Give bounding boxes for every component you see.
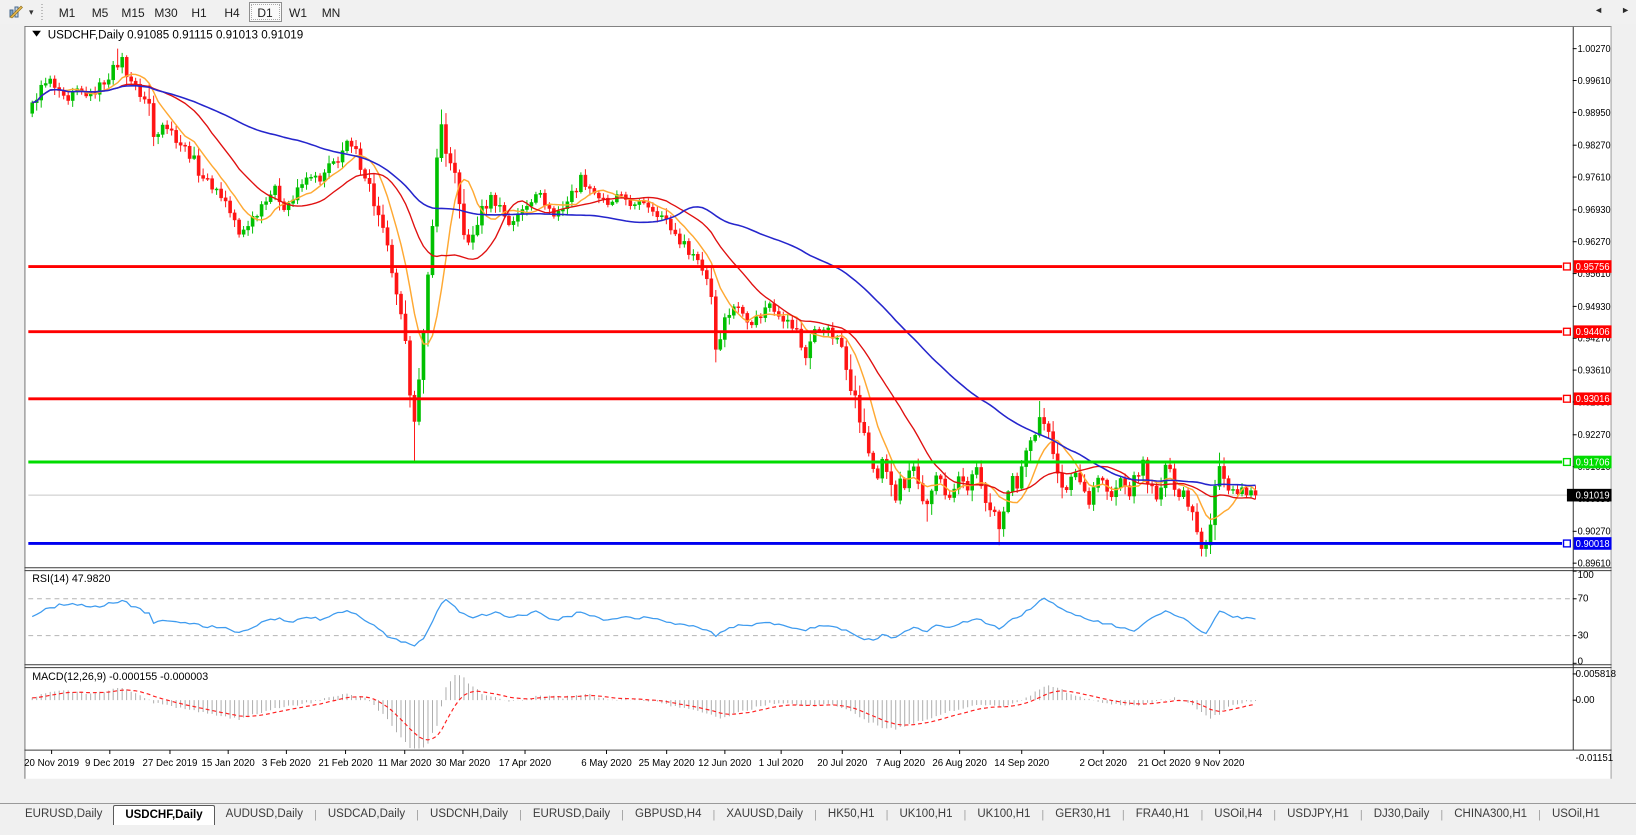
svg-text:0.92270: 0.92270 <box>1578 430 1612 441</box>
macd-label: MACD(12,26,9) -0.000155 -0.000003 <box>32 671 208 683</box>
svg-text:1 Jul 2020: 1 Jul 2020 <box>759 758 804 769</box>
svg-text:-0.01151: -0.01151 <box>1576 753 1614 764</box>
chart-tab-dj30-daily[interactable]: DJ30,Daily <box>1363 805 1441 825</box>
svg-text:70: 70 <box>1578 594 1589 605</box>
svg-text:0.90270: 0.90270 <box>1578 527 1612 538</box>
timeframe-button-mn[interactable]: MN <box>315 2 348 22</box>
mt4-terminal: ▾ M1M5M15M30H1H4D1W1MN 1.00270 0.99610 0.9… <box>0 0 1636 835</box>
timeframe-button-m15[interactable]: M15 <box>117 2 150 22</box>
svg-text:6 May 2020: 6 May 2020 <box>581 758 632 769</box>
chart-tab-usoil-h4[interactable]: USOil,H4 <box>1203 805 1273 825</box>
chart-tab-usoil-h1[interactable]: USOil,H1 <box>1541 805 1611 825</box>
chart-tab-xauusd-daily[interactable]: XAUUSD,Daily <box>715 805 814 825</box>
chart-tab-hk50-h1[interactable]: HK50,H1 <box>817 805 886 825</box>
chart-tab-gbpusd-h4[interactable]: GBPUSD,H4 <box>624 805 712 825</box>
chart-tab-eurusd-daily[interactable]: EURUSD,Daily <box>522 805 621 825</box>
toolbar-gap <box>24 24 1611 26</box>
price-chart[interactable]: 1.00270 0.99610 0.98950 0.98270 0.97610 0.969… <box>0 24 1636 803</box>
svg-text:0.93016: 0.93016 <box>1576 394 1610 405</box>
timeframe-button-m5[interactable]: M5 <box>84 2 117 22</box>
svg-text:25 May 2020: 25 May 2020 <box>639 758 696 769</box>
chart-tab-uk100-h1[interactable]: UK100,H1 <box>888 805 963 825</box>
timeframe-button-h1[interactable]: H1 <box>183 2 216 22</box>
svg-text:9 Nov 2020: 9 Nov 2020 <box>1195 758 1245 769</box>
tab-scroll-left-icon[interactable]: ◄ <box>1594 4 1603 16</box>
timeframe-button-m30[interactable]: M30 <box>150 2 183 22</box>
tab-scroll-right-icon[interactable]: ► <box>1621 4 1630 16</box>
timeframe-button-w1[interactable]: W1 <box>282 2 315 22</box>
timeframe-button-m1[interactable]: M1 <box>51 2 84 22</box>
svg-text:0.96270: 0.96270 <box>1578 237 1612 248</box>
svg-text:27 Dec 2019: 27 Dec 2019 <box>142 758 197 769</box>
chart-edit-icon[interactable] <box>3 2 29 22</box>
status-strip <box>0 826 1636 835</box>
chart-tab-eurusd-daily[interactable]: EURUSD,Daily <box>14 805 113 825</box>
svg-text:0.93610: 0.93610 <box>1578 365 1612 376</box>
svg-text:0.98950: 0.98950 <box>1578 108 1612 119</box>
toolbar-grip[interactable] <box>40 4 45 20</box>
chart-tab-ger30-h1[interactable]: GER30,H1 <box>1044 805 1122 825</box>
chart-tab-usdchf-daily[interactable]: USDCHF,Daily <box>113 805 214 825</box>
svg-text:0.90018: 0.90018 <box>1576 539 1610 550</box>
svg-text:14 Sep 2020: 14 Sep 2020 <box>994 758 1050 769</box>
tab-scroll-arrows: ◄ ► <box>1594 4 1630 16</box>
svg-text:0.94930: 0.94930 <box>1578 302 1612 313</box>
svg-text:0: 0 <box>1578 656 1584 667</box>
svg-text:30: 30 <box>1578 631 1589 642</box>
chart-tab-fra40-h1[interactable]: FRA40,H1 <box>1125 805 1201 825</box>
svg-text:0.91019: 0.91019 <box>1576 491 1610 502</box>
chart-tab-usdcnh-daily[interactable]: USDCNH,Daily <box>419 805 519 825</box>
svg-text:100: 100 <box>1578 570 1595 581</box>
timeframe-buttons: M1M5M15M30H1H4D1W1MN <box>51 0 348 24</box>
svg-text:21 Oct 2020: 21 Oct 2020 <box>1138 758 1191 769</box>
svg-text:3 Feb 2020: 3 Feb 2020 <box>262 758 312 769</box>
timeframe-button-h4[interactable]: H4 <box>216 2 249 22</box>
svg-text:11 Mar 2020: 11 Mar 2020 <box>378 758 432 769</box>
svg-text:26 Aug 2020: 26 Aug 2020 <box>932 758 987 769</box>
svg-text:0.98270: 0.98270 <box>1578 141 1612 152</box>
svg-text:0.91706: 0.91706 <box>1576 457 1610 468</box>
chart-window-bg <box>24 26 1611 779</box>
chart-tab-audusd-daily[interactable]: AUDUSD,Daily <box>215 805 314 825</box>
svg-text:0.005818: 0.005818 <box>1576 669 1616 680</box>
chart-edit-icon-glyph <box>8 4 24 20</box>
timeframe-button-d1[interactable]: D1 <box>249 2 282 22</box>
chart-tab-bar: EURUSD,DailyUSDCHF,DailyAUDUSD,Daily|USD… <box>0 803 1636 825</box>
chevron-down-icon[interactable]: ▾ <box>29 7 34 18</box>
svg-text:21 Feb 2020: 21 Feb 2020 <box>318 758 373 769</box>
chart-tab-usdcad-daily[interactable]: USDCAD,Daily <box>317 805 416 825</box>
rsi-label: RSI(14) 47.9820 <box>32 573 110 585</box>
svg-text:20 Jul 2020: 20 Jul 2020 <box>817 758 868 769</box>
svg-text:2 Oct 2020: 2 Oct 2020 <box>1080 758 1128 769</box>
svg-text:17 Apr 2020: 17 Apr 2020 <box>499 758 552 769</box>
svg-text:0.94406: 0.94406 <box>1576 327 1610 338</box>
svg-text:0.96930: 0.96930 <box>1578 205 1612 216</box>
chart-tab-uk100-h1[interactable]: UK100,H1 <box>966 805 1041 825</box>
svg-text:9 Dec 2019: 9 Dec 2019 <box>85 758 135 769</box>
timeframe-toolbar: ▾ M1M5M15M30H1H4D1W1MN <box>0 0 1636 24</box>
svg-text:20 Nov 2019: 20 Nov 2019 <box>24 758 79 769</box>
svg-text:7 Aug 2020: 7 Aug 2020 <box>876 758 926 769</box>
svg-text:15 Jan 2020: 15 Jan 2020 <box>201 758 255 769</box>
svg-text:0.00: 0.00 <box>1576 695 1595 706</box>
chart-tab-usdjpy-h1[interactable]: USDJPY,H1 <box>1276 805 1360 825</box>
symbol-ohlc-title: USDCHF,Daily 0.91085 0.91115 0.91013 0.9… <box>48 29 303 42</box>
svg-text:0.89610: 0.89610 <box>1578 559 1612 570</box>
chart-tab-china300-h1[interactable]: CHINA300,H1 <box>1443 805 1538 825</box>
svg-text:30 Mar 2020: 30 Mar 2020 <box>436 758 491 769</box>
svg-text:1.00270: 1.00270 <box>1578 44 1612 55</box>
svg-text:12 Jun 2020: 12 Jun 2020 <box>698 758 752 769</box>
svg-text:0.95756: 0.95756 <box>1576 262 1610 273</box>
svg-text:0.97610: 0.97610 <box>1578 172 1612 183</box>
current-price-tag: 0.91019 <box>1567 489 1612 502</box>
chart-title: USDCHF,Daily 0.91085 0.91115 0.91013 0.9… <box>32 29 303 42</box>
svg-text:0.99610: 0.99610 <box>1578 76 1612 87</box>
